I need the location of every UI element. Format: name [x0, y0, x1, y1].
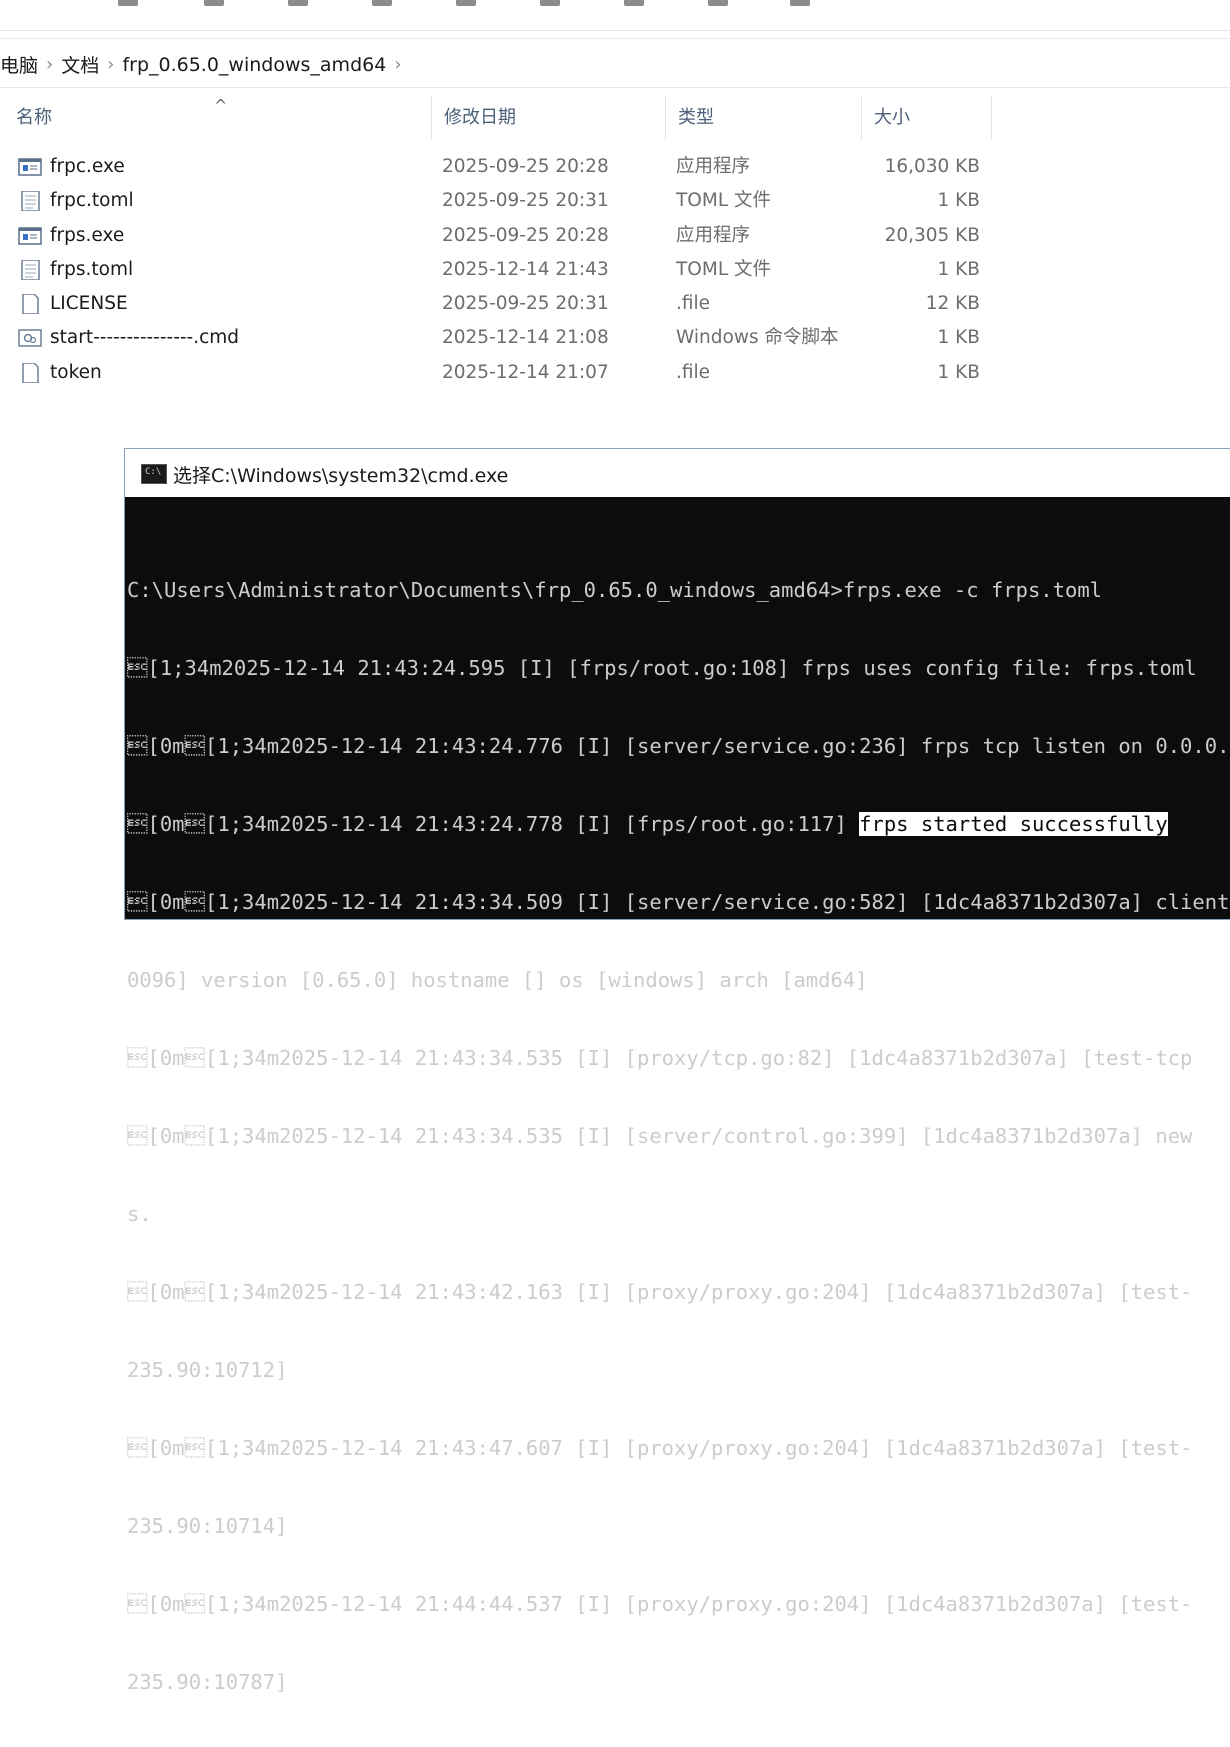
console-line: [0m[1;34m2025-12-14 21:44:44.537 [I] […	[127, 1592, 1193, 1616]
file-list: frpc.exe 2025-09-25 20:28 应用程序 16,030 KB…	[0, 150, 1000, 390]
file-type: 应用程序	[676, 224, 751, 246]
file-row[interactable]: LICENSE 2025-09-25 20:31 .file 12 KB	[0, 287, 1000, 321]
file-date: 2025-09-25 20:28	[442, 224, 609, 246]
file-name: frpc.exe	[50, 156, 125, 177]
file-name: token	[50, 361, 102, 383]
console-line: 235.90:10787]	[127, 1670, 288, 1694]
file-type: .file	[676, 361, 711, 383]
breadcrumb-item-folder[interactable]: frp_0.65.0_windows_amd64	[122, 54, 390, 76]
file-date: 2025-12-14 21:43	[442, 258, 609, 280]
column-header-size[interactable]: 大小	[862, 96, 992, 140]
file-type: .file	[676, 293, 711, 315]
file-type: TOML 文件	[676, 190, 772, 212]
file-name: start---------------.cmd	[50, 327, 240, 349]
chevron-right-icon[interactable]: ›	[390, 54, 409, 75]
console-line: [0m[1;34m2025-12-14 21:43:24.776 [I] […	[127, 734, 1230, 758]
column-header-name[interactable]: ^ 名称	[4, 96, 432, 140]
breadcrumb-item-pc[interactable]: 电脑	[0, 51, 42, 78]
file-row[interactable]: token 2025-12-14 21:07 .file 1 KB	[0, 356, 1000, 390]
file-row[interactable]: frpc.toml 2025-09-25 20:31 TOML 文件 1 KB	[0, 184, 1000, 218]
breadcrumb-item-documents[interactable]: 文档	[61, 51, 103, 78]
console-line: [0m[1;34m2025-12-14 21:43:34.535 [I] […	[127, 1046, 1193, 1070]
console-line: 0096] version [0.65.0] hostname [] os [w…	[127, 968, 868, 992]
column-header-row: ^ 名称 修改日期 类型 大小	[0, 96, 1230, 140]
file-date: 2025-09-25 20:31	[442, 190, 609, 212]
file-type: TOML 文件	[676, 258, 772, 280]
console-line: [0m[1;34m2025-12-14 21:43:24.778 [I] […	[127, 811, 1230, 837]
sort-icon[interactable]	[624, 0, 644, 6]
file-type: Windows 命令脚本	[676, 327, 839, 349]
file-date: 2025-09-25 20:31	[442, 293, 609, 315]
file-row[interactable]: frps.exe 2025-09-25 20:28 应用程序 20,305 KB	[0, 219, 1000, 253]
file-name: frps.exe	[50, 224, 125, 246]
selected-text: frps started successfully	[859, 812, 1168, 836]
console-line: [0m[1;34m2025-12-14 21:43:34.509 [I] […	[127, 890, 1230, 914]
file-size: 20,305 KB	[884, 224, 980, 246]
delete-icon[interactable]	[540, 0, 560, 6]
cmd-window-title: 选择C:\Windows\system32\cmd.exe	[173, 465, 509, 487]
blank-file-icon	[22, 294, 39, 315]
cmd-app-icon[interactable]: C:\	[141, 464, 167, 484]
exe-icon	[18, 226, 42, 245]
address-bar[interactable]: 电脑 › 文档 › frp_0.65.0_windows_amd64 ›	[0, 38, 1230, 88]
cmd-file-icon	[18, 329, 42, 348]
console-line: 235.90:10714]	[127, 1514, 288, 1538]
file-date: 2025-09-25 20:28	[442, 156, 609, 177]
console-line: [0m[1;34m2025-12-14 21:43:34.535 [I] […	[127, 1124, 1193, 1148]
chevron-right-icon[interactable]: ›	[42, 54, 61, 75]
file-size: 1 KB	[937, 327, 980, 349]
console-line: [0m[1;34m2025-12-14 21:43:47.607 [I] […	[127, 1436, 1193, 1460]
console-line: s.	[127, 1202, 152, 1226]
file-size: 16,030 KB	[884, 156, 980, 177]
file-size: 1 KB	[937, 258, 980, 280]
console-line: [1;34m2025-12-14 21:43:24.595 [I] [frps…	[127, 656, 1197, 680]
cut-icon[interactable]	[118, 0, 138, 6]
console-line-text: [0m[1;34m2025-12-14 21:43:24.778 [I] […	[127, 812, 860, 836]
share-icon[interactable]	[456, 0, 476, 6]
console-line: 235.90:10712]	[127, 1358, 288, 1382]
file-type: 应用程序	[676, 156, 751, 177]
chevron-right-icon[interactable]: ›	[103, 54, 122, 75]
exe-icon	[18, 158, 42, 176]
cmd-window[interactable]: C:\ 选择C:\Windows\system32\cmd.exe C:\Use…	[124, 448, 1230, 1694]
file-row[interactable]: frpc.exe 2025-09-25 20:28 应用程序 16,030 KB	[0, 150, 1000, 184]
file-date: 2025-12-14 21:08	[442, 327, 609, 349]
rename-icon[interactable]	[372, 0, 392, 6]
column-header-type[interactable]: 类型	[666, 96, 862, 140]
file-name: frpc.toml	[50, 190, 134, 212]
sort-up-icon: ^	[214, 96, 228, 115]
paste-icon[interactable]	[288, 0, 308, 6]
blank-file-icon	[22, 362, 39, 383]
more-icon[interactable]	[790, 0, 810, 6]
cmd-title-bar[interactable]: C:\ 选择C:\Windows\system32\cmd.exe	[125, 449, 1230, 497]
view-icon[interactable]	[708, 0, 728, 6]
file-date: 2025-12-14 21:07	[442, 361, 609, 383]
file-size: 1 KB	[937, 361, 980, 383]
text-file-icon	[21, 191, 40, 212]
column-header-date[interactable]: 修改日期	[432, 96, 666, 140]
console-line: [0m[1;34m2025-12-14 21:43:42.163 [I] […	[127, 1280, 1193, 1304]
file-row[interactable]: start---------------.cmd 2025-12-14 21:0…	[0, 321, 1000, 355]
file-name: frps.toml	[50, 258, 134, 280]
ribbon-toolbar	[0, 0, 1230, 31]
console-line: C:\Users\Administrator\Documents\frp_0.6…	[127, 578, 1103, 602]
file-size: 1 KB	[937, 190, 980, 212]
file-size: 12 KB	[925, 293, 980, 315]
breadcrumb: 电脑 › 文档 › frp_0.65.0_windows_amd64 ›	[0, 51, 410, 78]
file-name: LICENSE	[50, 293, 128, 315]
file-row[interactable]: frps.toml 2025-12-14 21:43 TOML 文件 1 KB	[0, 253, 1000, 287]
console-output[interactable]: C:\Users\Administrator\Documents\frp_0.6…	[127, 525, 1230, 1747]
copy-icon[interactable]	[204, 0, 224, 6]
text-file-icon	[21, 259, 40, 280]
